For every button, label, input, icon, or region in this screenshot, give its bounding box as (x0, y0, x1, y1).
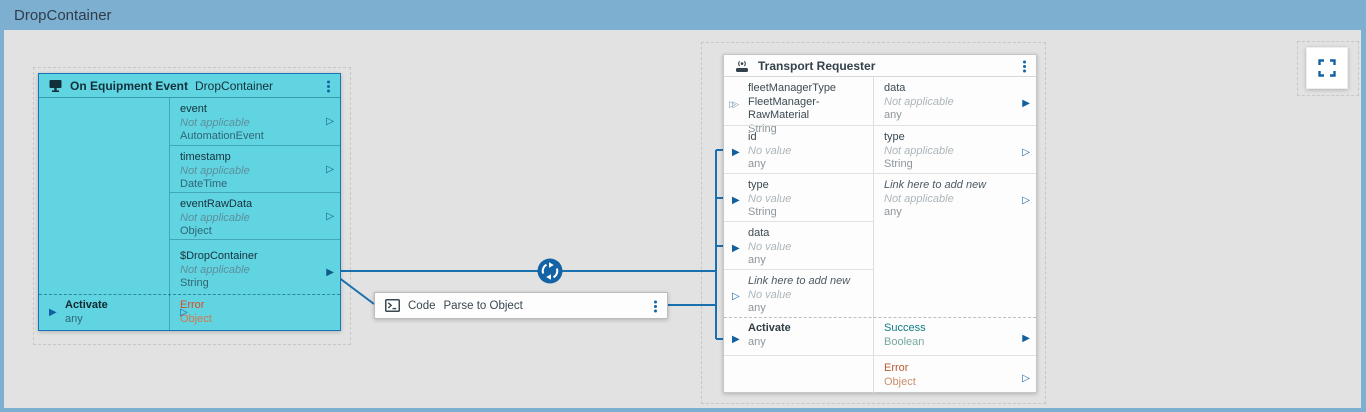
port-row-type-out[interactable]: type Not applicable String (874, 125, 1036, 173)
node-transport-requester[interactable]: Transport Requester fleetManagerType Fle… (723, 54, 1037, 393)
port-row-activate[interactable]: Activate any (724, 318, 873, 355)
port-row-timestamp[interactable]: timestamp Not applicable DateTime (170, 145, 340, 192)
connector-outline-icon[interactable] (180, 308, 188, 318)
port-row-id[interactable]: id No value any (724, 125, 873, 173)
port-row-add-new-output[interactable]: Link here to add new Not applicable any (874, 173, 1036, 221)
title-bar: DropContainer (0, 0, 1366, 30)
connector-outline-icon[interactable] (326, 212, 334, 222)
output-column: data Not applicable any type Not applica… (873, 77, 1036, 319)
terminal-icon (385, 299, 400, 312)
fullscreen-button[interactable] (1306, 47, 1348, 89)
flow-editor-window: DropContainer (0, 0, 1366, 412)
connector-filled-icon[interactable] (49, 308, 57, 318)
port-row-type[interactable]: type No value String (724, 173, 873, 221)
footer-empty-cell (724, 356, 873, 393)
node-title: Transport Requester (758, 59, 875, 73)
node-menu-icon[interactable] (1023, 65, 1026, 68)
connector-double-outline-icon[interactable] (729, 99, 736, 110)
node-footer: Activate any Error Object (39, 294, 340, 330)
connector-outline-icon[interactable] (326, 165, 334, 175)
connector-outline-icon[interactable] (326, 117, 334, 127)
node-header[interactable]: On Equipment Event DropContainer (39, 74, 340, 98)
flow-title: DropContainer (14, 7, 112, 24)
port-row-error[interactable]: Error Object (873, 356, 1036, 393)
port-row-add-new-input[interactable]: Link here to add new No value any (724, 269, 873, 319)
connector-outline-icon[interactable] (1022, 196, 1030, 206)
node-code-parse-to-object[interactable]: Code Parse to Object (374, 292, 668, 319)
connector-filled-icon[interactable] (732, 196, 740, 206)
connector-outline-icon[interactable] (1022, 148, 1030, 158)
transmitter-icon (733, 59, 751, 73)
connector-filled-icon[interactable] (326, 268, 334, 278)
input-column: fleetManagerType FleetManager-RawMateria… (724, 77, 873, 319)
port-row-data-out[interactable]: data Not applicable any (874, 77, 1036, 125)
fullscreen-icon (1318, 59, 1336, 77)
node-title: On Equipment Event (70, 79, 188, 93)
connector-filled-icon[interactable] (1022, 334, 1030, 344)
node-subtitle: Parse to Object (444, 300, 523, 312)
node-footer: Activate any Success Boolean Error Objec… (724, 317, 1036, 392)
port-row-dropcontainer[interactable]: $DropContainer Not applicable String (170, 239, 340, 296)
port-row-activate[interactable]: Activate any (39, 295, 169, 330)
node-title: Code (408, 300, 436, 312)
port-row-error[interactable]: Error Object (169, 295, 340, 330)
connector-outline-icon[interactable] (732, 292, 740, 302)
connector-filled-icon[interactable] (732, 244, 740, 254)
connector-filled-icon[interactable] (732, 335, 740, 345)
node-on-equipment-event[interactable]: On Equipment Event DropContainer event N… (38, 73, 341, 331)
node-header[interactable]: Transport Requester (724, 55, 1036, 77)
connector-filled-icon[interactable] (732, 148, 740, 158)
port-row-success[interactable]: Success Boolean (873, 318, 1036, 355)
connector-filled-icon[interactable] (1022, 99, 1030, 109)
connector-outline-icon[interactable] (1022, 374, 1030, 384)
port-row-event[interactable]: event Not applicable AutomationEvent (170, 98, 340, 145)
port-row-fleetmanagertype[interactable]: fleetManagerType FleetManager-RawMateria… (724, 77, 873, 125)
port-row-eventrawdata[interactable]: eventRawData Not applicable Object (170, 192, 340, 239)
equipment-monitor-icon (48, 79, 63, 93)
node-menu-icon[interactable] (327, 85, 330, 88)
node-subtitle: DropContainer (195, 79, 273, 93)
node-menu-icon[interactable] (654, 305, 657, 308)
port-row-data[interactable]: data No value any (724, 221, 873, 269)
